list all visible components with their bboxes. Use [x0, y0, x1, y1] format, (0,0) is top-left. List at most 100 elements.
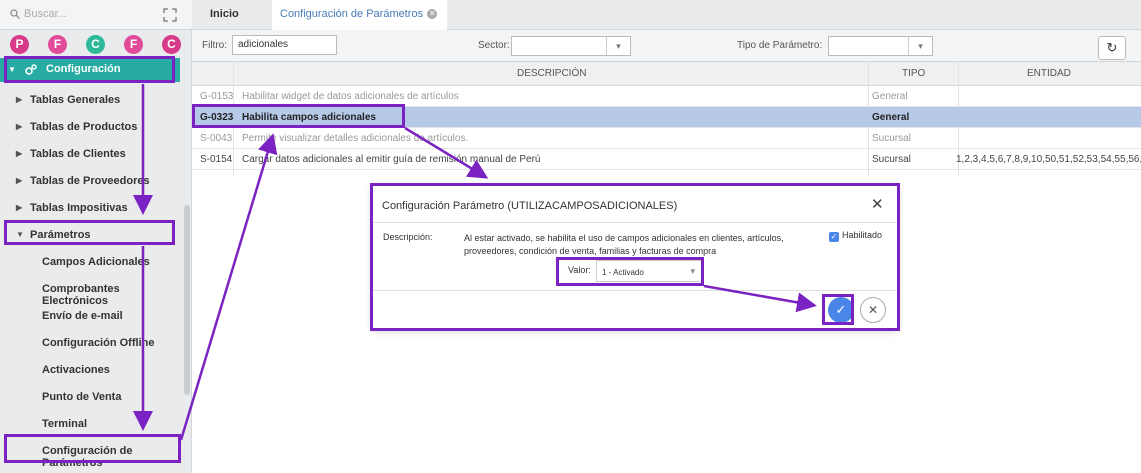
habilitado-label: Habilitado	[842, 230, 883, 240]
sidebar-item-label: Tablas de Proveedores	[30, 175, 150, 187]
tipo-parametro-select[interactable]: ▾	[828, 36, 933, 56]
sidebar-item-label: Tablas de Productos	[30, 121, 138, 133]
search-icon	[10, 9, 20, 19]
expand-icon[interactable]	[163, 8, 177, 22]
valor-selected: 1 - Activado	[602, 268, 644, 277]
sidebar-item-label: Terminal	[42, 418, 88, 430]
row-desc: Habilitar widget de datos adicionales de…	[242, 91, 459, 102]
sidebar-item-campos-adicionales[interactable]: Campos Adicionales	[0, 249, 180, 275]
caret-right-icon: ▶	[16, 176, 23, 185]
valor-select[interactable]: 1 - Activado ▾	[596, 260, 702, 282]
checkmark-icon: ✓	[829, 232, 839, 242]
row-code: S-0043	[200, 133, 233, 144]
row-tipo: General	[872, 91, 908, 102]
row-tipo: Sucursal	[872, 154, 911, 165]
sidebar: Buscar... P F C F C ▼ Configuración ▶ Tab…	[0, 0, 192, 473]
close-icon: ✕	[867, 303, 879, 317]
sidebar-item-activaciones[interactable]: Activaciones	[0, 357, 180, 383]
tab-inicio[interactable]: Inicio	[210, 8, 239, 20]
check-icon: ✓	[835, 302, 847, 317]
caret-down-icon: ▼	[8, 65, 16, 74]
table-row[interactable]: S-0154 Cargar datos adicionales al emiti…	[192, 149, 1141, 170]
caret-right-icon: ▶	[16, 95, 23, 104]
module-icon-f[interactable]: F	[48, 35, 67, 54]
row-desc: Cargar datos adicionales al emitir guía …	[242, 154, 541, 165]
close-tab-icon[interactable]: ✕	[427, 9, 438, 19]
sidebar-scrollbar[interactable]	[184, 205, 190, 395]
chevron-down-icon: ▾	[908, 37, 932, 55]
search-placeholder: Buscar...	[24, 8, 67, 20]
sidebar-item-label: Punto de Venta	[42, 391, 122, 403]
sidebar-item-parametros[interactable]: ▼ Parámetros	[0, 222, 180, 248]
table-header: DESCRIPCIÓN TIPO ENTIDAD	[192, 62, 1141, 86]
sidebar-item-label: Activaciones	[42, 364, 110, 376]
module-icon-p[interactable]: P	[10, 35, 29, 54]
sidebar-item-tablas-clientes[interactable]: ▶ Tablas de Clientes	[0, 141, 180, 167]
sidebar-item-config-parametros[interactable]: Configuración de Parámetros	[0, 438, 180, 469]
caret-down-icon: ▼	[16, 230, 24, 239]
sidebar-item-label: Tablas Generales	[30, 94, 121, 106]
row-tipo: Sucursal	[872, 133, 911, 144]
col-entidad[interactable]: ENTIDAD	[1027, 68, 1071, 79]
filtro-label: Filtro:	[202, 40, 227, 51]
sidebar-item-tablas-impositivas[interactable]: ▶ Tablas Impositivas	[0, 195, 180, 221]
caret-right-icon: ▶	[16, 149, 23, 158]
sidebar-item-label: Campos Adicionales	[42, 256, 150, 268]
caret-right-icon: ▶	[16, 203, 23, 212]
sidebar-item-label: Parámetros	[30, 229, 91, 241]
filter-bar: Filtro: adicionales Sector: ▾ Tipo de Pa…	[192, 30, 1141, 62]
tipo-parametro-label: Tipo de Parámetro:	[737, 40, 823, 51]
cancel-button[interactable]: ✕	[860, 297, 886, 323]
table-row-selected[interactable]: G-0323 Habilita campos adicionales Gener…	[192, 107, 1141, 128]
table-row[interactable]: S-0043 Permite visualizar detalles adici…	[192, 128, 1141, 149]
sidebar-item-config-offline[interactable]: Configuración Offline	[0, 330, 180, 356]
habilitado-checkbox[interactable]: ✓ Habilitado	[829, 230, 882, 242]
filtro-input[interactable]: adicionales	[232, 35, 337, 55]
config-parametro-modal: Configuración Parámetro (UTILIZACAMPOSAD…	[373, 186, 897, 328]
sidebar-item-label: Tablas de Clientes	[30, 148, 126, 160]
descripcion-text: Al estar activado, se habilita el uso de…	[464, 233, 784, 256]
sidebar-item-tablas-productos[interactable]: ▶ Tablas de Productos	[0, 114, 180, 140]
modal-title: Configuración Parámetro (UTILIZACAMPOSAD…	[382, 200, 678, 212]
sidebar-item-configuracion[interactable]: ▼ Configuración	[0, 58, 180, 82]
tab-bar: Inicio Configuración de Parámetros ✕	[192, 0, 1141, 30]
module-icon-f2[interactable]: F	[124, 35, 143, 54]
descripcion-label: Descripción:	[383, 232, 433, 242]
row-desc: Habilita campos adicionales	[242, 112, 376, 123]
refresh-button[interactable]: ↻	[1098, 36, 1126, 60]
sidebar-item-label: Envío de e-mail	[42, 310, 123, 322]
refresh-icon: ↻	[1106, 40, 1118, 55]
divider	[373, 290, 897, 291]
sector-select[interactable]: ▾	[511, 36, 631, 56]
sector-label: Sector:	[478, 40, 510, 51]
module-shortcuts: P F C F C	[0, 30, 192, 60]
row-code: G-0323	[200, 112, 234, 123]
module-icon-c2[interactable]: C	[162, 35, 181, 54]
sidebar-item-envio-email[interactable]: Envío de e-mail	[0, 303, 180, 329]
sidebar-item-label: Configuración de Parámetros	[42, 445, 133, 469]
sidebar-item-comprobantes[interactable]: Comprobantes Electrónicos	[0, 276, 180, 307]
close-icon[interactable]: ✕	[871, 195, 884, 213]
tab-label: Configuración de Parámetros	[280, 8, 424, 20]
col-descripcion[interactable]: DESCRIPCIÓN	[517, 68, 586, 79]
valor-label: Valor:	[568, 265, 591, 275]
tab-configuracion-parametros[interactable]: Configuración de Parámetros ✕	[272, 0, 447, 30]
col-tipo[interactable]: TIPO	[902, 68, 925, 79]
sidebar-item-label: Configuración	[46, 63, 121, 75]
row-code: G-0153	[200, 91, 234, 102]
sidebar-item-label: Configuración Offline	[42, 337, 155, 349]
row-tipo: General	[872, 112, 910, 123]
sidebar-item-tablas-proveedores[interactable]: ▶ Tablas de Proveedores	[0, 168, 180, 194]
confirm-button[interactable]: ✓	[828, 297, 854, 323]
chevron-down-icon: ▾	[606, 37, 630, 55]
gears-icon	[25, 64, 37, 75]
module-icon-c[interactable]: C	[86, 35, 105, 54]
row-code: S-0154	[200, 154, 233, 165]
sidebar-item-tablas-generales[interactable]: ▶ Tablas Generales	[0, 87, 180, 113]
sidebar-item-terminal[interactable]: Terminal	[0, 411, 180, 437]
table-row[interactable]: G-0153 Habilitar widget de datos adicion…	[192, 86, 1141, 107]
sidebar-search[interactable]: Buscar...	[0, 0, 192, 30]
sidebar-item-punto-venta[interactable]: Punto de Venta	[0, 384, 180, 410]
divider	[373, 222, 897, 223]
row-entidad: 1,2,3,4,5,6,7,8,9,10,50,51,52,53,54,55,5…	[956, 154, 1141, 165]
